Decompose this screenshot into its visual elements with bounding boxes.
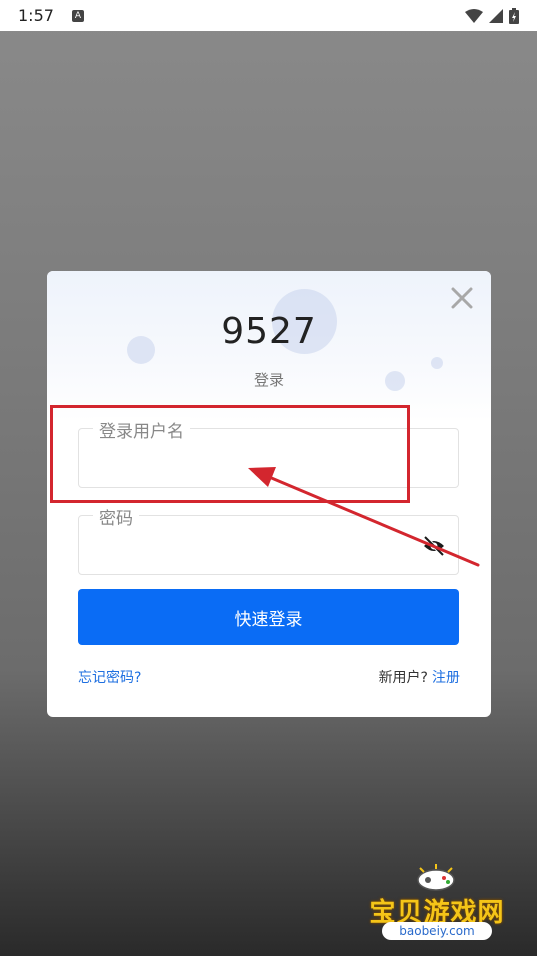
screen: 1:57 A 9527 登录 登录用户名 密码 快速登录 忘记密码? 新用户? … [0, 0, 537, 956]
gamepad-icon [417, 864, 455, 891]
watermark: 宝贝游戏网 baobeiy.com [362, 862, 512, 947]
annotation-arrow [248, 467, 480, 567]
watermark-url: baobeiy.com [382, 922, 492, 940]
